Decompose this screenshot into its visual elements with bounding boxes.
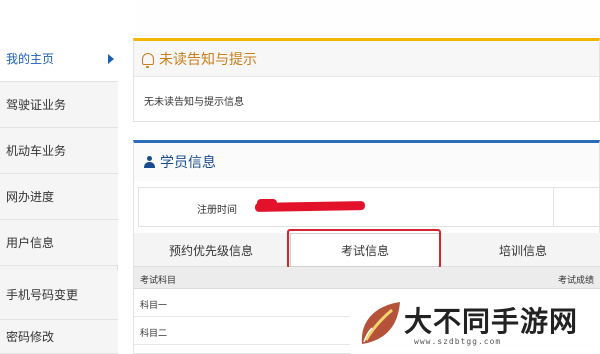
sidebar-item-home[interactable]: 我的主页 (0, 36, 118, 82)
sidebar-item-license[interactable]: 驾驶证业务 (0, 82, 118, 128)
tab-priority[interactable]: 预约优先级信息 (134, 233, 288, 267)
top-strip (0, 0, 600, 36)
sidebar-item-label: 我的主页 (6, 52, 55, 66)
sidebar-item-phone-change[interactable]: 手机号码变更 (0, 270, 118, 320)
notice-message: 无未读告知与提示信息 (144, 97, 244, 108)
subject-cell: 科目一 (140, 301, 168, 311)
column-header-score: 考试成绩 (558, 276, 595, 286)
sidebar-item-label: 密码修改 (6, 330, 55, 344)
watermark-title: 大不同手游网 (404, 305, 579, 338)
tab-label: 考试信息 (340, 243, 389, 258)
info-tabs: 预约优先级信息 考试信息 培训信息 (134, 233, 600, 267)
tab-exam[interactable]: 考试信息 (290, 233, 440, 267)
sidebar-item-label: 用户信息 (6, 236, 55, 250)
student-title: 学员信息 (160, 155, 216, 171)
sidebar-item-label: 手机号码变更 (6, 288, 79, 302)
registration-row: 注册时间 (138, 187, 554, 227)
site-watermark: 大不同手游网 www.szdbtgg.com (350, 296, 600, 354)
chevron-right-icon (108, 54, 114, 64)
sidebar-item-label: 网办进度 (6, 190, 55, 204)
sidebar-item-label: 机动车业务 (6, 144, 67, 158)
tab-training[interactable]: 培训信息 (446, 233, 600, 267)
tab-label: 预约优先级信息 (168, 243, 253, 258)
subject-cell: 科目二 (140, 329, 168, 339)
notice-header: 未读告知与提示 (134, 41, 599, 77)
sidebar-item-progress[interactable]: 网办进度 (0, 174, 118, 220)
student-header: 学员信息 (134, 143, 599, 181)
sidebar-item-vehicle[interactable]: 机动车业务 (0, 128, 118, 174)
sidebar-item-user-info[interactable]: 用户信息 (0, 220, 118, 266)
user-icon (144, 156, 155, 168)
tab-label: 培训信息 (498, 243, 547, 258)
sidebar-item-label: 驾驶证业务 (6, 98, 67, 112)
notice-panel: 未读告知与提示 无未读告知与提示信息 (133, 38, 600, 122)
notice-title: 未读告知与提示 (159, 51, 257, 68)
top-strip-accent (0, 0, 135, 36)
column-header-subject: 考试科目 (140, 276, 177, 286)
sidebar-item-password[interactable]: 密码修改 (0, 320, 118, 354)
notice-body: 无未读告知与提示信息 (134, 77, 599, 108)
sidebar: 我的主页 驾驶证业务 机动车业务 网办进度 用户信息 手机号码变更 密码修改 (0, 36, 118, 354)
redaction-mark (254, 201, 366, 212)
table-header: 考试科目 考试成绩 (134, 267, 600, 289)
registration-label: 注册时间 (197, 205, 237, 216)
registration-row-side (554, 187, 600, 227)
bell-icon (142, 52, 154, 68)
watermark-url: www.szdbtgg.com (414, 337, 502, 346)
leaf-logo-icon (361, 302, 400, 344)
